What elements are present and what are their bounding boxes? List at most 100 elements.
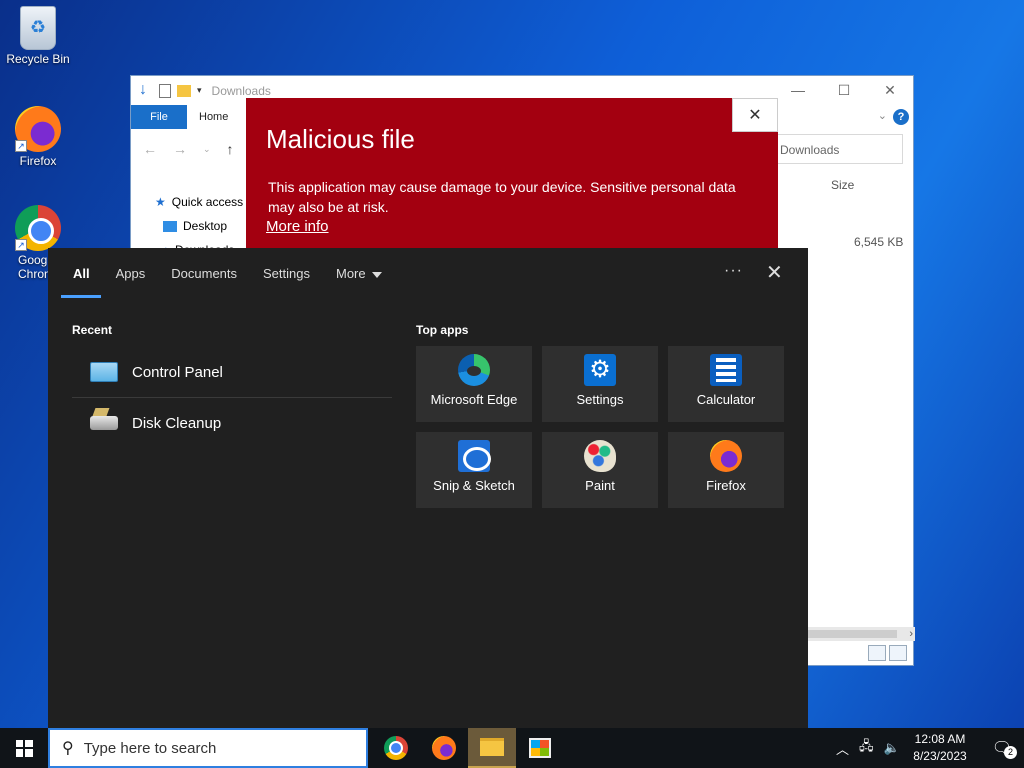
tab-all[interactable]: All <box>60 262 103 284</box>
shortcut-arrow-icon: ↗ <box>15 140 27 152</box>
app-tile-label: Firefox <box>706 478 746 493</box>
more-options-button[interactable]: ··· <box>724 262 743 280</box>
firefox-icon: ↗ <box>15 106 61 152</box>
search-icon: ⚲ <box>62 740 74 757</box>
recent-item-label: Control Panel <box>132 363 223 381</box>
close-button[interactable]: ✕ <box>867 76 913 105</box>
forward-arrow-icon[interactable]: → <box>173 141 187 157</box>
control-panel-icon <box>90 362 118 382</box>
recent-heading: Recent <box>72 323 113 337</box>
taskbar-app-chrome[interactable] <box>372 728 420 768</box>
minimize-button[interactable]: — <box>775 76 821 105</box>
star-icon: ★ <box>155 195 166 209</box>
top-app-paint[interactable]: Paint <box>542 432 658 508</box>
explorer-search-input[interactable]: Downloads <box>771 134 903 164</box>
tab-more[interactable]: More <box>323 262 395 284</box>
edge-icon <box>458 354 490 386</box>
chevron-down-icon[interactable]: ⌄ <box>878 109 887 122</box>
recycle-bin-icon <box>20 6 56 50</box>
properties-icon[interactable] <box>159 83 171 98</box>
system-tray: ︿ 🖧 🔈 <box>836 728 900 768</box>
back-arrow-icon[interactable]: ← <box>143 141 157 157</box>
explorer-title: Downloads <box>211 83 271 98</box>
tab-settings[interactable]: Settings <box>250 262 323 284</box>
help-icon[interactable]: ? <box>893 109 909 125</box>
desktop-icon-label: Recycle Bin <box>6 52 70 66</box>
taskbar-app-microsoft-store[interactable] <box>516 728 564 768</box>
chrome-icon: ↗ <box>15 205 61 251</box>
calculator-icon <box>710 354 742 386</box>
file-size-value: 6,545 KB <box>854 235 904 249</box>
more-info-link[interactable]: More info <box>266 218 329 235</box>
taskbar-app-firefox[interactable] <box>420 728 468 768</box>
search-tabs: All Apps Documents Settings More <box>60 262 395 284</box>
chevron-down-icon <box>371 271 382 278</box>
tab-apps[interactable]: Apps <box>103 262 159 284</box>
volume-icon[interactable]: 🔈 <box>884 740 900 756</box>
top-app-snip-sketch[interactable]: Snip & Sketch <box>416 432 532 508</box>
desktop-icon-firefox[interactable]: ↗ Firefox <box>0 106 76 168</box>
recent-locations-icon[interactable]: ⌄ <box>203 144 211 155</box>
ribbon-tab-file[interactable]: File <box>131 105 187 129</box>
clock-time: 12:08 AM <box>914 732 966 746</box>
disk-cleanup-icon <box>90 416 118 430</box>
store-icon <box>529 738 551 758</box>
customize-toolbar-icon[interactable]: ▾ <box>197 85 202 96</box>
up-arrow-icon[interactable]: ↑ <box>227 141 234 157</box>
nav-item-quick-access[interactable]: ★ Quick access <box>155 190 243 214</box>
show-hidden-icons-chevron-icon[interactable]: ︿ <box>836 739 849 758</box>
desktop-icon-recycle-bin[interactable]: Recycle Bin <box>0 6 76 66</box>
network-icon[interactable]: 🖧 <box>859 737 874 759</box>
dialog-close-button[interactable]: ✕ <box>732 98 778 132</box>
windows-logo-icon <box>15 739 33 757</box>
search-placeholder: Type here to search <box>83 739 217 757</box>
firefox-icon <box>710 440 742 472</box>
chrome-icon <box>384 736 408 760</box>
recent-item-control-panel[interactable]: Control Panel <box>72 347 392 397</box>
shortcut-arrow-icon: ↗ <box>15 239 27 251</box>
clock-date: 8/23/2023 <box>913 749 967 763</box>
large-icons-view-icon[interactable] <box>889 645 907 661</box>
new-folder-icon[interactable] <box>177 84 191 97</box>
app-tile-label: Paint <box>585 478 615 493</box>
recent-item-label: Disk Cleanup <box>132 414 222 432</box>
tab-documents[interactable]: Documents <box>158 262 250 284</box>
app-tile-label: Snip & Sketch <box>433 478 515 493</box>
taskbar: ⚲ Type here to search ︿ 🖧 🔈 12:08 AM 8/2… <box>0 728 1024 768</box>
top-app-microsoft-edge[interactable]: Microsoft Edge <box>416 346 532 422</box>
maximize-button[interactable]: ☐ <box>821 76 867 105</box>
recent-item-disk-cleanup[interactable]: Disk Cleanup <box>72 398 392 448</box>
horizontal-scrollbar[interactable]: › <box>807 627 915 641</box>
taskbar-search-box[interactable]: ⚲ Type here to search <box>48 728 368 768</box>
app-tile-label: Microsoft Edge <box>430 392 518 407</box>
start-button[interactable] <box>0 728 48 768</box>
top-app-calculator[interactable]: Calculator <box>668 346 784 422</box>
taskbar-app-file-explorer[interactable] <box>468 728 516 768</box>
paint-icon <box>584 440 616 472</box>
snip-sketch-icon <box>458 440 491 472</box>
app-tile-label: Calculator <box>696 392 756 407</box>
dialog-title: Malicious file <box>266 124 415 154</box>
top-app-firefox[interactable]: Firefox <box>668 432 784 508</box>
app-tile-label: Settings <box>576 392 624 407</box>
top-app-settings[interactable]: ⚙ Settings <box>542 346 658 422</box>
action-center-button[interactable]: 🗨 2 <box>980 728 1024 768</box>
column-header-size[interactable]: Size <box>831 178 854 192</box>
nav-item-desktop[interactable]: Desktop <box>155 214 243 238</box>
notification-count-badge: 2 <box>1004 746 1017 759</box>
malicious-file-dialog: Malicious file This application may caus… <box>246 98 778 249</box>
desktop-icon-label: Firefox <box>19 154 57 168</box>
desktop-folder-icon <box>163 220 177 232</box>
scroll-right-icon[interactable]: › <box>909 627 913 641</box>
ribbon-tab-home[interactable]: Home <box>187 111 240 123</box>
folder-icon <box>480 738 504 756</box>
search-close-button[interactable]: ✕ <box>766 260 783 285</box>
details-view-icon[interactable] <box>868 645 886 661</box>
dialog-message: This application may cause damage to you… <box>268 179 736 215</box>
active-tab-indicator <box>61 295 101 298</box>
search-panel: All Apps Documents Settings More ··· ✕ R… <box>48 248 808 728</box>
firefox-icon <box>432 736 456 760</box>
download-arrow-icon: ↓ <box>139 80 147 98</box>
taskbar-clock[interactable]: 12:08 AM 8/23/2023 <box>906 731 974 765</box>
settings-icon: ⚙ <box>584 354 616 386</box>
